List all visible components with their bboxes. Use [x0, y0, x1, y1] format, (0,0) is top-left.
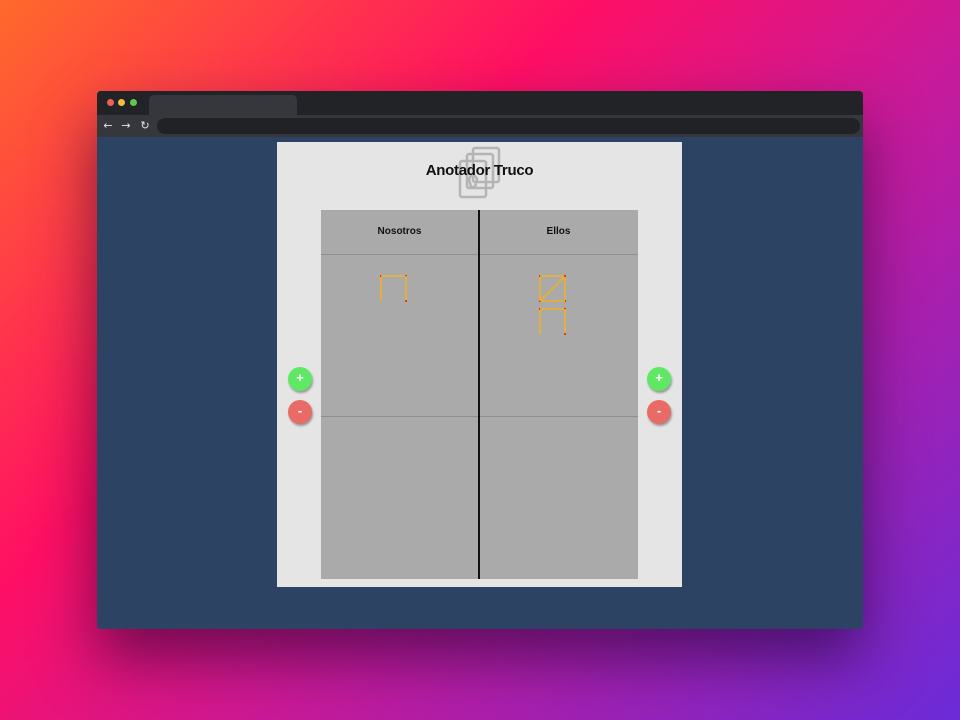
reload-icon[interactable]: ↻: [138, 118, 152, 134]
browser-tab[interactable]: [149, 95, 297, 115]
browser-window: ← → ↻ Anotador Truco + - + - Nosotros El…: [97, 91, 863, 629]
team-name-ellos: Ellos: [546, 226, 571, 237]
score-board: Nosotros Ellos: [321, 210, 638, 579]
team-divider: [478, 210, 480, 579]
remove-point-nosotros-button[interactable]: -: [288, 400, 312, 424]
add-point-nosotros-button[interactable]: +: [288, 367, 312, 391]
remove-point-ellos-button[interactable]: -: [647, 400, 671, 424]
page-viewport: Anotador Truco + - + - Nosotros Ellos: [97, 137, 863, 629]
arrow-right-icon[interactable]: →: [119, 118, 133, 134]
maximize-window-button[interactable]: [130, 99, 137, 106]
address-bar[interactable]: [157, 118, 860, 134]
arrow-left-icon[interactable]: ←: [101, 118, 115, 134]
add-point-ellos-button[interactable]: +: [647, 367, 671, 391]
match-stick: [539, 275, 566, 302]
score-matches-nosotros: [380, 275, 407, 302]
browser-toolbar: ← → ↻: [97, 115, 863, 137]
team-name-nosotros: Nosotros: [377, 226, 422, 237]
match-head: [405, 300, 407, 302]
title-bar: [97, 91, 863, 115]
score-app: Anotador Truco + - + - Nosotros Ellos: [277, 142, 682, 587]
minimize-window-button[interactable]: [118, 99, 125, 106]
match-head: [564, 275, 566, 277]
score-matches-ellos: [539, 275, 566, 335]
close-window-button[interactable]: [107, 99, 114, 106]
match-head: [564, 333, 566, 335]
page-title: Anotador Truco: [425, 162, 534, 179]
